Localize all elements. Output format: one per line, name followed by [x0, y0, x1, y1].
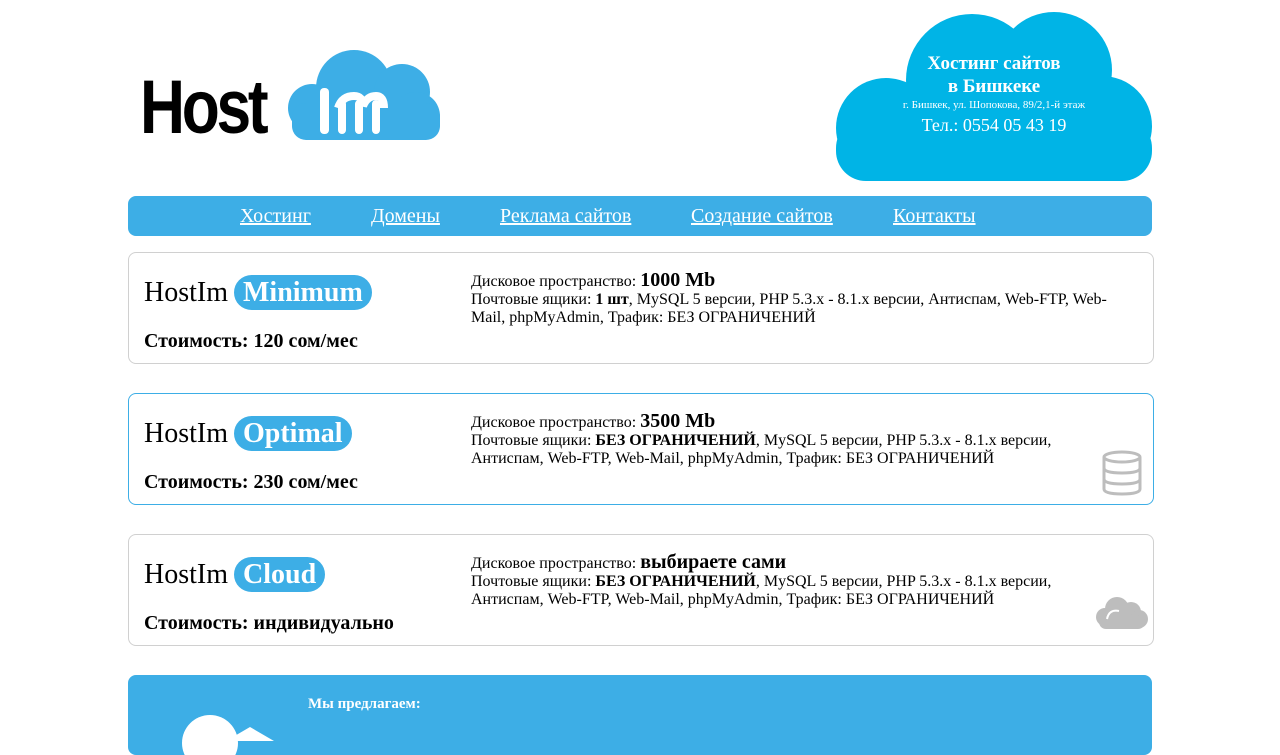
plan-brand: HostIm: [144, 418, 228, 449]
mail-value: 1 шт: [595, 291, 629, 308]
plan-brand: HostIm: [144, 277, 228, 308]
plan-price: Стоимость: 230 сом/мес: [144, 471, 358, 493]
main-nav: Хостинг Домены Реклама сайтов Создание с…: [128, 196, 1152, 236]
plan-tier-badge: Minimum: [234, 275, 372, 310]
plan-description: Дисковое пространство: выбираете сами По…: [471, 551, 1111, 609]
mail-label: Почтовые ящики:: [471, 291, 592, 308]
site-header: Host Хостинг сайтов в Бишкеке г. Бишкек,…: [0, 0, 1280, 190]
plan-description: Дисковое пространство: 1000 Mb Почтовые …: [471, 269, 1111, 327]
plan-brand: HostIm: [144, 559, 228, 590]
disk-value: 3500 Mb: [640, 410, 716, 432]
plan-price: Стоимость: индивидуально: [144, 612, 394, 634]
plan-tier-badge: Cloud: [234, 557, 326, 592]
offer-title: Мы предлагаем:: [308, 696, 421, 712]
plan-card-cloud[interactable]: HostIm Cloud Стоимость: индивидуально Дис…: [128, 534, 1154, 646]
logo-wordmark: Host: [140, 65, 269, 150]
cloud-icon: [1096, 597, 1148, 629]
plan-card-optimal[interactable]: HostIm Optimal Стоимость: 230 сом/мес Дис…: [128, 393, 1154, 505]
contact-title-line1: Хостинг сайтов: [927, 53, 1061, 74]
disk-label: Дисковое пространство:: [471, 414, 637, 431]
contact-title-line2: в Бишкеке: [947, 76, 1041, 97]
mail-label: Почтовые ящики:: [471, 573, 592, 590]
contact-phone[interactable]: Тел.: 0554 05 43 19: [832, 114, 1156, 136]
plan-description: Дисковое пространство: 3500 Mb Почтовые …: [471, 410, 1111, 468]
plan-name: HostIm Optimal: [144, 416, 352, 452]
site-logo[interactable]: Host: [140, 48, 440, 148]
nav-item-contacts[interactable]: Контакты: [893, 204, 976, 228]
logo-cloud-icon: [288, 50, 440, 140]
nav-item-site-creation[interactable]: Создание сайтов: [691, 204, 833, 228]
nav-item-site-ads[interactable]: Реклама сайтов: [500, 204, 631, 228]
contact-address: г. Бишкек, ул. Шопокова, 89/2,1-й этаж: [902, 99, 1086, 111]
plan-name: HostIm Minimum: [144, 275, 372, 311]
disk-label: Дисковое пространство:: [471, 555, 637, 572]
plan-name: HostIm Cloud: [144, 557, 326, 593]
contact-cloud: Хостинг сайтов в Бишкеке г. Бишкек, ул. …: [832, 8, 1156, 186]
database-icon: [1102, 450, 1142, 496]
mail-value: БЕЗ ОГРАНИЧЕНИЙ: [595, 432, 756, 449]
disk-value: выбираете сами: [640, 551, 787, 573]
plan-price: Стоимость: 120 сом/мес: [144, 330, 358, 352]
house-cloud-icon: [182, 715, 274, 755]
disk-value: 1000 Mb: [640, 269, 716, 291]
offer-section: Мы предлагаем:: [128, 675, 1152, 755]
plan-tier-badge: Optimal: [234, 416, 352, 451]
plan-card-minimum[interactable]: HostIm Minimum Стоимость: 120 сом/мес Дис…: [128, 252, 1154, 364]
nav-item-domains[interactable]: Домены: [371, 204, 440, 228]
disk-label: Дисковое пространство:: [471, 273, 637, 290]
mail-value: БЕЗ ОГРАНИЧЕНИЙ: [595, 573, 756, 590]
mail-label: Почтовые ящики:: [471, 432, 592, 449]
nav-item-hosting[interactable]: Хостинг: [240, 204, 311, 228]
